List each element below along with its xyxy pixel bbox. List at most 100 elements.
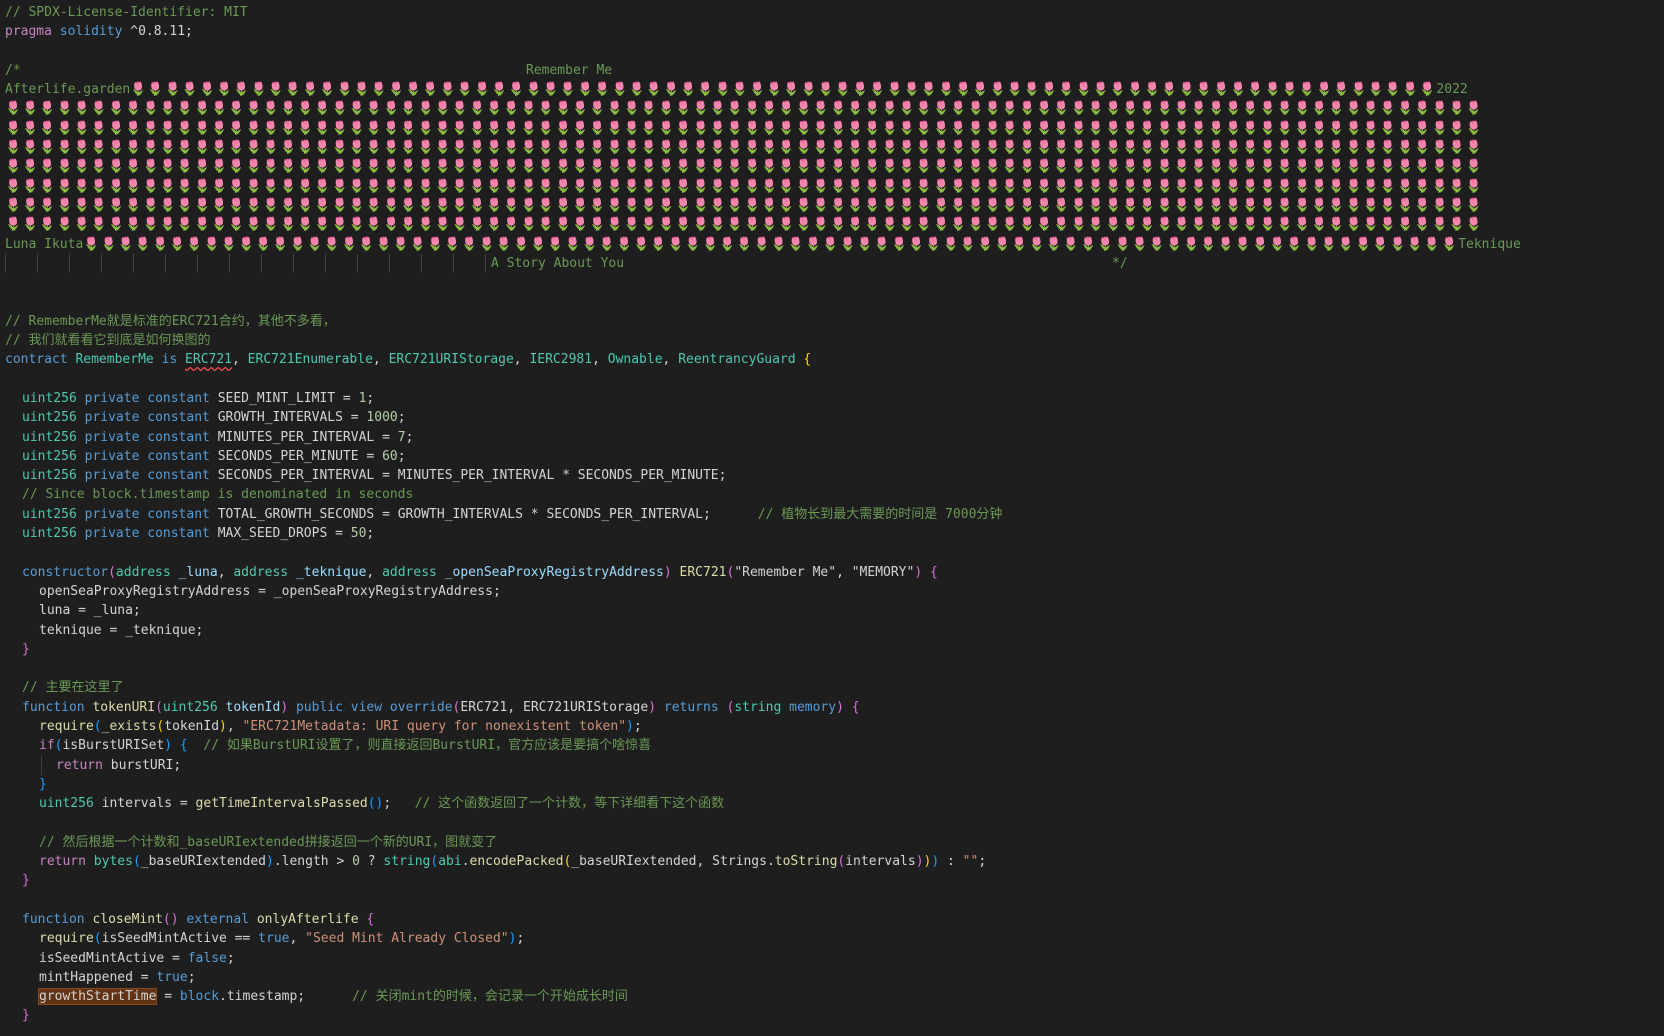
code-line: require(_exists(tokenId), "ERC721Metadat…	[39, 718, 642, 734]
base-erc721-enumerable: ERC721Enumerable	[247, 352, 373, 368]
pragma-version: ^0.8.11;	[122, 24, 193, 40]
function-closemint: function closeMint() external onlyAfterl…	[22, 911, 375, 927]
indent-guide	[453, 253, 485, 273]
flower-row: 🌷🌷🌷🌷🌷🌷🌷🌷🌷🌷🌷🌷🌷🌷🌷🌷🌷🌷🌷🌷🌷🌷🌷🌷🌷🌷🌷🌷🌷🌷🌷🌷🌷🌷🌷🌷🌷🌷🌷🌷…	[5, 101, 1484, 117]
comment-then: // 然后根据一个计数和_baseURIextended拼接返回一个新的URI，…	[39, 834, 498, 850]
brace-line: }	[39, 776, 47, 792]
flower-row: 🌷🌷🌷🌷🌷🌷🌷🌷🌷🌷🌷🌷🌷🌷🌷🌷🌷🌷🌷🌷🌷🌷🌷🌷🌷🌷🌷🌷🌷🌷🌷🌷🌷🌷🌷🌷🌷🌷🌷🌷…	[5, 197, 1484, 213]
comment-close: */	[1112, 255, 1128, 271]
base-ierc2981: IERC2981	[529, 352, 593, 368]
constant-name: SECONDS_PER_INTERVAL	[217, 468, 375, 484]
art-label-left-1: Afterlife.garden	[5, 82, 131, 98]
indent-guide	[101, 253, 133, 273]
constant-line: uint256 private constant MAX_SEED_DROPS …	[22, 526, 375, 542]
constant-line: uint256 private constant SECONDS_PER_MIN…	[22, 448, 406, 464]
constant-name: MINUTES_PER_INTERVAL	[217, 429, 375, 445]
indent-guide	[421, 253, 453, 273]
indent-guide	[357, 253, 389, 273]
art-label-left-2: Luna Ikuta	[5, 236, 84, 252]
constant-value: 7	[397, 429, 406, 445]
string-seed-closed: "Seed Mint Already Closed"	[305, 931, 509, 947]
indent-guide	[389, 253, 421, 273]
code-line: return burstURI;	[0, 755, 1664, 775]
comment-close-mint: // 关闭mint的时候，会记录一个开始成长时间	[352, 989, 628, 1005]
base-ownable: Ownable	[607, 352, 663, 368]
contract-declaration: contract RememberMe is ERC721, ERC721Enu…	[5, 352, 812, 368]
art-line-garden: Afterlife.garden🌷🌷🌷🌷🌷🌷🌷🌷🌷🌷🌷🌷🌷🌷🌷🌷🌷🌷🌷🌷🌷🌷🌷🌷…	[0, 80, 1664, 99]
constant-name: MAX_SEED_DROPS	[217, 526, 328, 542]
comment-cn-1: // RememberMe就是标准的ERC721合约，其他不多看，	[5, 313, 336, 329]
constant-expr: MINUTES_PER_INTERVAL * SECONDS_PER_MINUT…	[397, 468, 719, 484]
indent-guide	[197, 253, 229, 273]
brace-line: }	[22, 1008, 30, 1024]
constant-line: uint256 private constant MINUTES_PER_INT…	[22, 429, 414, 445]
code-line: openSeaProxyRegistryAddress = _openSeaPr…	[39, 583, 501, 599]
art-label-right-1: 2022	[1436, 82, 1468, 98]
comment-intervals: // 这个函数返回了一个计数，等下详细看下这个函数	[414, 796, 725, 812]
is-keyword: is	[161, 352, 178, 368]
indent-guide	[37, 253, 69, 273]
code-line: uint256 intervals = getTimeIntervalsPass…	[39, 796, 725, 812]
base-reentrancy-guard: ReentrancyGuard	[678, 352, 796, 368]
flower-row: 🌷🌷🌷🌷🌷🌷🌷🌷🌷🌷🌷🌷🌷🌷🌷🌷🌷🌷🌷🌷🌷🌷🌷🌷🌷🌷🌷🌷🌷🌷🌷🌷🌷🌷🌷🌷🌷🌷🌷🌷…	[5, 159, 1484, 175]
constant-value: 1000	[366, 410, 398, 426]
license-line: // SPDX-License-Identifier: MIT	[5, 5, 248, 20]
base-erc721: ERC721	[185, 352, 233, 368]
indent-guide	[229, 253, 261, 273]
code-line: isSeedMintActive = false;	[39, 950, 235, 966]
brace-line: }	[22, 873, 30, 889]
indent-guide	[165, 253, 197, 273]
pragma-keyword: pragma	[5, 24, 52, 40]
constant-name: GROWTH_INTERVALS	[217, 410, 343, 426]
code-line: teknique = _teknique;	[39, 622, 204, 638]
comment-since: // Since block.timestamp is denominated …	[22, 487, 414, 503]
function-tokenuri: function tokenURI(uint256 tokenId) publi…	[22, 699, 860, 715]
indent-guide	[69, 253, 101, 273]
contract-name: RememberMe	[75, 352, 154, 368]
code-line: require(isSeedMintActive == true, "Seed …	[39, 931, 525, 947]
indent-guide	[5, 253, 37, 273]
flower-row: 🌷🌷🌷🌷🌷🌷🌷🌷🌷🌷🌷🌷🌷🌷🌷🌷🌷🌷🌷🌷🌷🌷🌷🌷🌷🌷🌷🌷🌷🌷🌷🌷🌷🌷🌷🌷🌷🌷🌷🌷…	[5, 120, 1484, 136]
constant-value: 50	[350, 526, 367, 542]
flower-row: 🌷🌷🌷🌷🌷🌷🌷🌷🌷🌷🌷🌷🌷🌷🌷🌷🌷🌷🌷🌷🌷🌷🌷🌷🌷🌷🌷🌷🌷🌷🌷🌷🌷🌷🌷🌷🌷🌷🌷🌷…	[83, 236, 1459, 252]
pragma-lang: solidity	[59, 24, 123, 40]
code-line: luna = _luna;	[39, 603, 141, 619]
string-memory: "MEMORY"	[851, 564, 915, 580]
art-line-luna: Luna Ikuta🌷🌷🌷🌷🌷🌷🌷🌷🌷🌷🌷🌷🌷🌷🌷🌷🌷🌷🌷🌷🌷🌷🌷🌷🌷🌷🌷🌷🌷🌷…	[0, 235, 1664, 254]
pragma-line: pragma solidity ^0.8.11;	[0, 22, 1664, 41]
constant-value: 1	[358, 390, 367, 406]
highlighted-symbol[interactable]: growthStartTime	[37, 988, 158, 1006]
constant-name: SEED_MINT_LIMIT	[217, 390, 336, 406]
art-title: Remember Me	[526, 62, 613, 78]
comment-open: /*	[5, 62, 21, 78]
brace-line: }	[22, 641, 30, 657]
art-line-story: A Story About You */	[0, 253, 1664, 273]
constant-name: TOTAL_GROWTH_SECONDS	[217, 506, 375, 522]
constant-line: uint256 private constant TOTAL_GROWTH_SE…	[22, 506, 1003, 522]
comment-burst: // 如果BurstURI设置了，则直接返回BurstURI，官方应该是要搞个啥…	[203, 738, 652, 754]
constructor-line: constructor(address _luna, address _tekn…	[22, 564, 938, 580]
constant-line: uint256 private constant SEED_MINT_LIMIT…	[22, 390, 375, 406]
flower-row: 🌷🌷🌷🌷🌷🌷🌷🌷🌷🌷🌷🌷🌷🌷🌷🌷🌷🌷🌷🌷🌷🌷🌷🌷🌷🌷🌷🌷🌷🌷🌷🌷🌷🌷🌷🌷🌷🌷🌷🌷…	[5, 178, 1484, 194]
string-erc-error: "ERC721Metadata: URI query for nonexiste…	[242, 718, 627, 734]
constant-expr: GROWTH_INTERVALS * SECONDS_PER_INTERVAL	[397, 506, 703, 522]
indent-guide	[325, 253, 357, 273]
base-erc721-uri-storage: ERC721URIStorage	[388, 352, 514, 368]
comment-cn-2: // 我们就看看它到底是如何换图的	[5, 333, 211, 349]
art-story: A Story About You	[491, 255, 625, 271]
brace-open: {	[803, 352, 812, 368]
constant-line: uint256 private constant SECONDS_PER_INT…	[22, 468, 727, 484]
flower-row: 🌷🌷🌷🌷🌷🌷🌷🌷🌷🌷🌷🌷🌷🌷🌷🌷🌷🌷🌷🌷🌷🌷🌷🌷🌷🌷🌷🌷🌷🌷🌷🌷🌷🌷🌷🌷🌷🌷🌷🌷…	[5, 140, 1484, 156]
indent-guide	[293, 253, 325, 273]
contract-keyword: contract	[5, 352, 68, 368]
code-line: mintHappened = true;	[39, 969, 196, 985]
code-line: return bytes(_baseURIextended).length > …	[39, 854, 987, 870]
code-editor[interactable]: // SPDX-License-Identifier: MIT pragma s…	[0, 0, 1664, 1036]
constant-line: uint256 private constant GROWTH_INTERVAL…	[22, 410, 406, 426]
